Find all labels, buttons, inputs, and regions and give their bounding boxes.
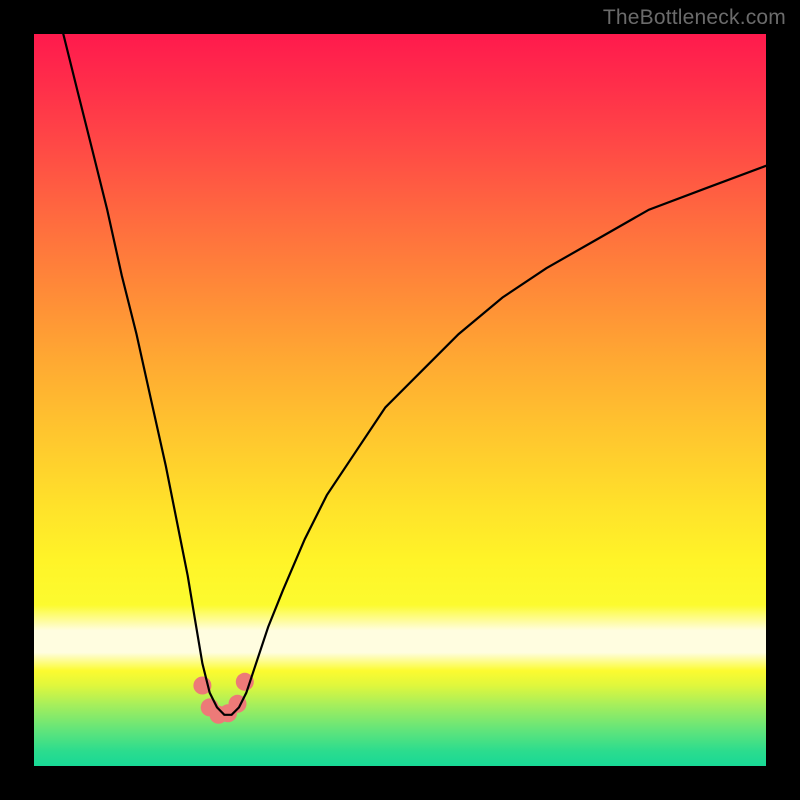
watermark-text: TheBottleneck.com <box>603 6 786 30</box>
chart-svg <box>34 34 766 766</box>
chart-frame: TheBottleneck.com <box>0 0 800 800</box>
bottleneck-curve-line <box>63 34 766 715</box>
plot-area <box>34 34 766 766</box>
